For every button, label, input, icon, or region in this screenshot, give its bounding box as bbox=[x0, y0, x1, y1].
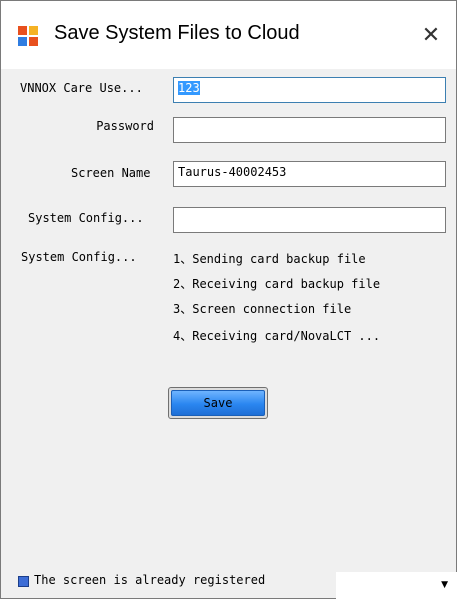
account-input[interactable]: 123 bbox=[173, 77, 446, 103]
screen-name-input[interactable]: Taurus-40002453 bbox=[173, 161, 446, 187]
account-label: VNNOX Care Use... bbox=[20, 81, 143, 95]
close-icon: ✕ bbox=[421, 22, 441, 48]
save-button-label: Save bbox=[171, 390, 265, 416]
chevron-down-icon[interactable]: ▼ bbox=[441, 580, 448, 590]
config-name-label: System Config... bbox=[28, 211, 144, 225]
password-label: Password bbox=[96, 119, 154, 133]
config-file-item: 2、Receiving card backup file bbox=[173, 277, 381, 291]
save-button[interactable]: Save bbox=[168, 387, 268, 419]
status-indicator-icon bbox=[18, 576, 29, 587]
app-icon bbox=[18, 26, 38, 46]
dialog-title: Save System Files to Cloud bbox=[54, 22, 300, 44]
screen-name-label: Screen Name bbox=[71, 166, 151, 180]
config-file-item: 3、Screen connection file bbox=[173, 302, 352, 316]
save-to-cloud-dialog: Save System Files to Cloud ✕ VNNOX Care … bbox=[0, 0, 457, 600]
password-input[interactable] bbox=[173, 117, 446, 143]
status-combo-box[interactable]: ▼ bbox=[336, 572, 457, 600]
config-files-label: System Config... bbox=[21, 250, 137, 264]
account-input-value: 123 bbox=[178, 81, 200, 95]
title-bar: Save System Files to Cloud ✕ bbox=[1, 1, 456, 69]
status-text: The screen is already registered bbox=[34, 573, 266, 587]
config-file-item: 4、Receiving card/NovaLCT ... bbox=[173, 329, 381, 343]
config-name-input[interactable] bbox=[173, 207, 446, 233]
close-button[interactable]: ✕ bbox=[415, 19, 447, 51]
config-file-item: 1、Sending card backup file bbox=[173, 252, 366, 266]
